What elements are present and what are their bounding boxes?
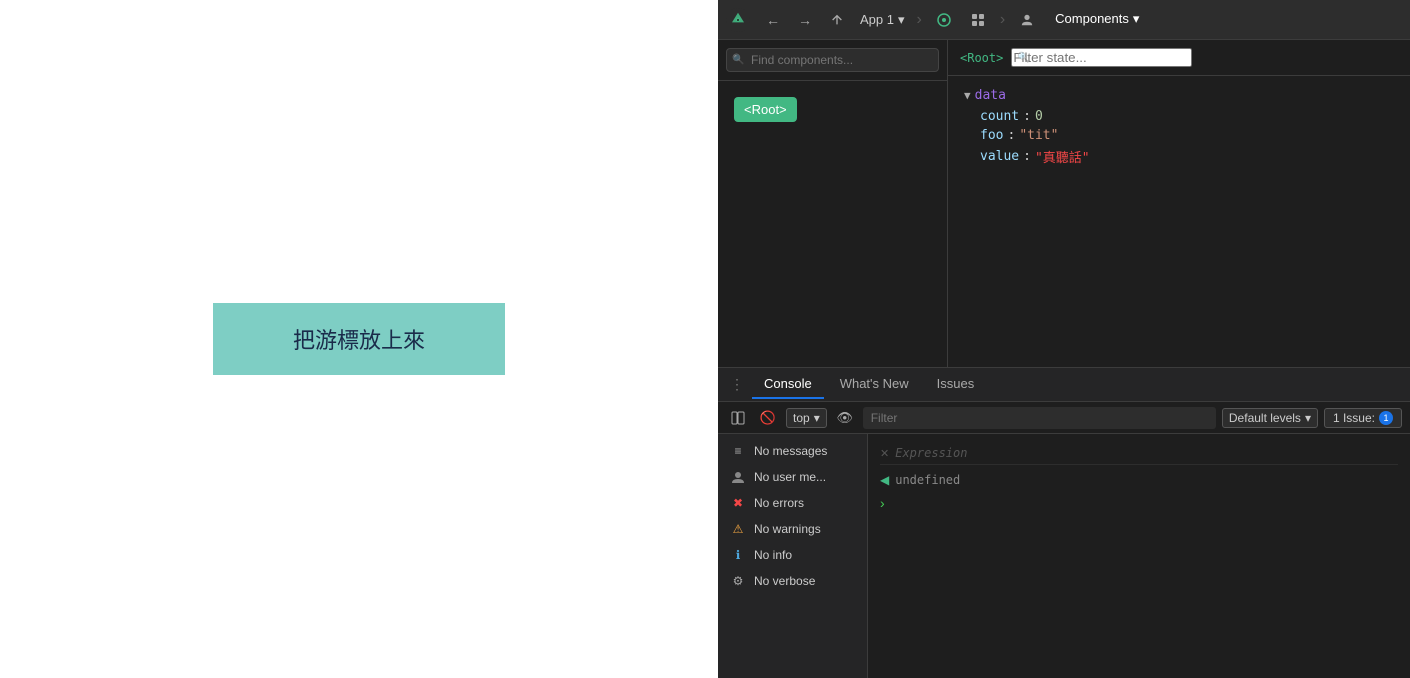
console-output: ✕ Expression ◀ undefined › <box>868 434 1410 678</box>
top-selector[interactable]: top ▾ <box>786 408 827 428</box>
filter-no-verbose-label: No verbose <box>754 574 815 588</box>
chevron-down-icon: ▾ <box>898 12 905 28</box>
separator: › <box>915 11 924 29</box>
console-toolbar: 🚫 top ▾ 👁 Default levels ▾ 1 Issue: 1 <box>718 402 1410 434</box>
error-icon: ✖ <box>730 495 746 511</box>
data-section: ▼ data count : 0 foo : "tit" value : "真聽… <box>948 76 1410 182</box>
prompt-arrow-icon: › <box>880 495 885 511</box>
devtools-toolbar: ← → App 1 ▾ › › <box>718 0 1410 40</box>
filter-no-user-messages[interactable]: No user me... <box>718 464 867 490</box>
state-bar: <Root> <box>948 40 1410 76</box>
issue-count: 1 <box>1383 413 1388 423</box>
filter-no-messages[interactable]: ≡ No messages <box>718 438 867 464</box>
devtools-panel: ← → App 1 ▾ › › <box>718 0 1410 678</box>
components-label: Components <box>1055 11 1129 26</box>
sidebar-toggle-button[interactable] <box>726 406 750 430</box>
app-preview: 把游標放上來 <box>0 0 718 678</box>
find-components-input[interactable] <box>726 48 939 72</box>
default-levels-label: Default levels <box>1229 411 1301 425</box>
close-expression-button[interactable]: ✕ <box>880 447 889 460</box>
person-icon-button[interactable] <box>1013 6 1041 34</box>
result-arrow-icon: ◀ <box>880 473 889 487</box>
root-tag-label: <Root> <box>960 51 1003 65</box>
component-tree: <Root> <box>718 40 948 367</box>
filter-no-user-messages-label: No user me... <box>754 470 826 484</box>
console-result-row: ◀ undefined <box>880 469 1398 491</box>
console-body: ≡ No messages No user me... ✖ No errors <box>718 434 1410 678</box>
vue-logo-icon <box>726 8 750 32</box>
console-expression-row: ✕ Expression <box>880 442 1398 465</box>
issue-badge[interactable]: 1 Issue: 1 <box>1324 408 1402 428</box>
components-panel: <Root> <Root> ▼ data count : 0 <box>718 40 1410 368</box>
inspector-icon-button[interactable] <box>930 6 958 34</box>
data-group-name: data <box>975 88 1006 103</box>
issue-label: 1 Issue: <box>1333 411 1375 425</box>
eye-button[interactable]: 👁 <box>833 406 857 430</box>
default-levels-chevron-icon: ▾ <box>1305 411 1311 425</box>
filter-no-warnings-label: No warnings <box>754 522 821 536</box>
find-components-bar <box>718 40 947 81</box>
root-component-item[interactable]: <Root> <box>734 97 797 122</box>
top-chevron-icon: ▾ <box>814 411 820 425</box>
preview-button[interactable]: 把游標放上來 <box>213 303 505 375</box>
filter-no-messages-label: No messages <box>754 444 827 458</box>
prop-val-count: 0 <box>1035 109 1043 124</box>
message-filters: ≡ No messages No user me... ✖ No errors <box>718 434 868 678</box>
console-tabs: ⋮ Console What's New Issues <box>718 368 1410 402</box>
back-button[interactable]: ← <box>760 8 786 32</box>
result-value: undefined <box>895 473 960 487</box>
components-tab[interactable]: Components ▾ <box>1047 11 1147 29</box>
filter-no-verbose[interactable]: ⚙ No verbose <box>718 568 867 594</box>
filter-no-errors[interactable]: ✖ No errors <box>718 490 867 516</box>
issue-count-badge: 1 <box>1379 411 1393 425</box>
console-prompt-row: › <box>880 491 1398 515</box>
separator2: › <box>998 11 1007 29</box>
expression-placeholder: Expression <box>895 446 967 460</box>
filter-state-input[interactable] <box>1011 48 1192 67</box>
user-icon <box>730 469 746 485</box>
grid-icon-button[interactable] <box>964 6 992 34</box>
filter-no-errors-label: No errors <box>754 496 804 510</box>
tab-console-label: Console <box>764 376 812 391</box>
filter-no-info[interactable]: ℹ No info <box>718 542 867 568</box>
tab-whats-new[interactable]: What's New <box>828 370 921 399</box>
arrow-icon: ▼ <box>964 89 971 102</box>
clear-button[interactable]: 🚫 <box>756 406 780 430</box>
data-group-label: ▼ data <box>964 88 1394 103</box>
tab-issues-label: Issues <box>937 376 975 391</box>
info-icon: ℹ <box>730 547 746 563</box>
components-chevron-icon: ▾ <box>1133 11 1140 27</box>
data-row-count: count : 0 <box>964 109 1394 124</box>
app-selector[interactable]: App 1 ▾ <box>856 12 909 28</box>
default-levels-selector[interactable]: Default levels ▾ <box>1222 408 1318 428</box>
prop-key-count: count <box>980 109 1019 124</box>
list-icon: ≡ <box>730 443 746 459</box>
filter-no-warnings[interactable]: ⚠ No warnings <box>718 516 867 542</box>
forward-button[interactable]: → <box>792 8 818 32</box>
prop-val-value: "真聽話" <box>1035 147 1090 166</box>
warning-icon: ⚠ <box>730 521 746 537</box>
prop-val-foo: "tit" <box>1019 128 1058 143</box>
verbose-icon: ⚙ <box>730 573 746 589</box>
state-inspector: <Root> ▼ data count : 0 foo : "t <box>948 40 1410 367</box>
data-row-foo: foo : "tit" <box>964 128 1394 143</box>
tab-whats-new-label: What's New <box>840 376 909 391</box>
filter-no-info-label: No info <box>754 548 792 562</box>
data-row-value: value : "真聽話" <box>964 147 1394 166</box>
prop-key-foo: foo <box>980 128 1003 143</box>
dots-menu-button[interactable]: ⋮ <box>726 372 748 397</box>
tab-issues[interactable]: Issues <box>925 370 987 399</box>
tab-console[interactable]: Console <box>752 370 824 399</box>
console-filter-input[interactable] <box>863 407 1216 429</box>
share-button[interactable] <box>824 9 850 31</box>
console-panel: ⋮ Console What's New Issues 🚫 top <box>718 368 1410 678</box>
app-label: App 1 <box>860 12 894 27</box>
top-label: top <box>793 411 810 425</box>
prop-key-value: value <box>980 149 1019 164</box>
